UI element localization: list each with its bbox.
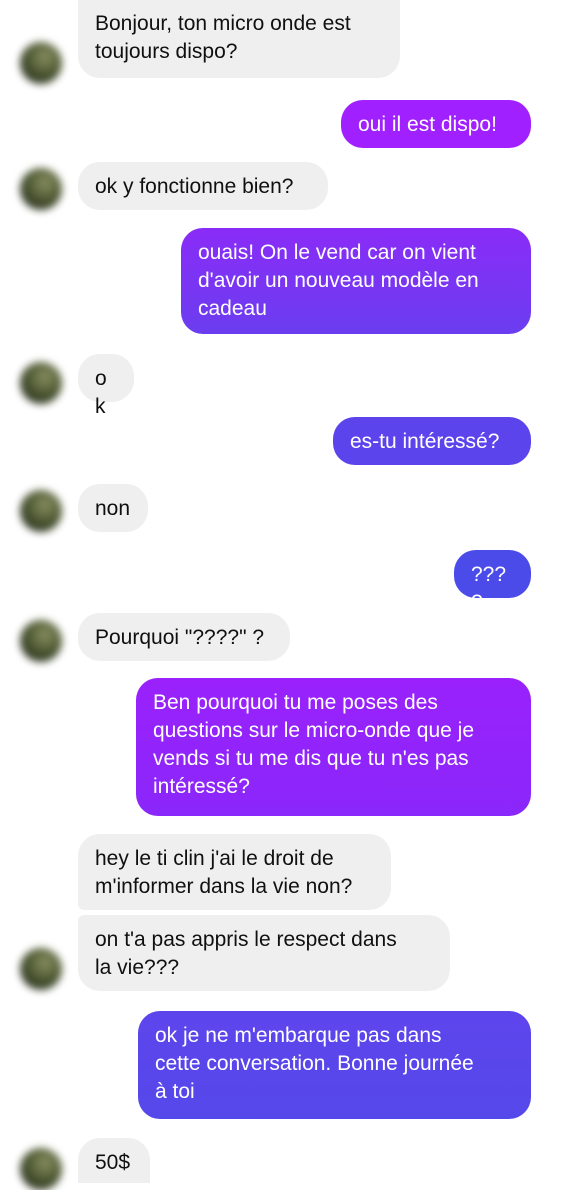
- incoming-message[interactable]: hey le ti clin j'ai le droit de m'inform…: [78, 834, 391, 910]
- outgoing-message[interactable]: ok je ne m'embarque pas dans cette conve…: [138, 1011, 531, 1119]
- outgoing-message[interactable]: es-tu intéressé?: [333, 417, 531, 465]
- contact-avatar[interactable]: [20, 42, 62, 84]
- incoming-message[interactable]: non: [78, 484, 148, 532]
- incoming-message[interactable]: 50$: [78, 1138, 150, 1183]
- incoming-message[interactable]: on t'a pas appris le respect dans la vie…: [78, 915, 450, 991]
- message-thread: Bonjour, ton micro onde est toujours dis…: [0, 0, 564, 1190]
- contact-avatar[interactable]: [20, 948, 62, 990]
- incoming-message[interactable]: ok: [78, 354, 134, 418]
- incoming-message[interactable]: Bonjour, ton micro onde est toujours dis…: [78, 0, 400, 78]
- outgoing-message[interactable]: ????: [454, 550, 531, 614]
- contact-avatar[interactable]: [20, 1148, 62, 1190]
- outgoing-message[interactable]: oui il est dispo!: [341, 100, 531, 148]
- outgoing-message[interactable]: Ben pourquoi tu me poses des questions s…: [136, 678, 531, 816]
- contact-avatar[interactable]: [20, 168, 62, 210]
- contact-avatar[interactable]: [20, 362, 62, 404]
- contact-avatar[interactable]: [20, 490, 62, 532]
- incoming-message[interactable]: ok y fonctionne bien?: [78, 162, 328, 210]
- incoming-message[interactable]: Pourquoi "????" ?: [78, 613, 290, 661]
- contact-avatar[interactable]: [20, 620, 62, 662]
- outgoing-message[interactable]: ouais! On le vend car on vient d'avoir u…: [181, 228, 531, 334]
